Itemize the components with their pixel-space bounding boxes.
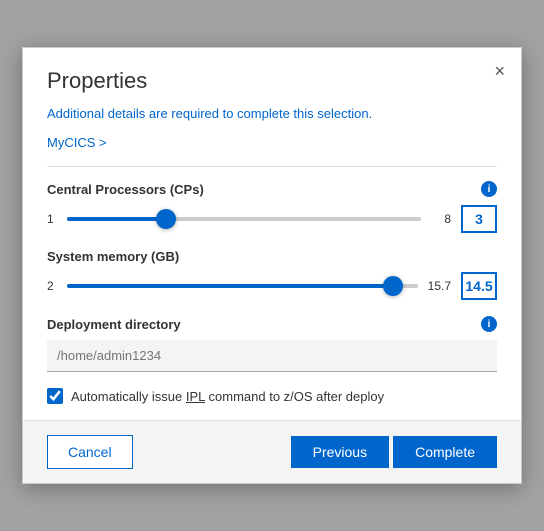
previous-button[interactable]: Previous bbox=[291, 436, 389, 468]
memory-slider-wrapper[interactable] bbox=[67, 276, 418, 296]
memory-field-label: System memory (GB) bbox=[47, 249, 497, 264]
cpu-slider-row: 1 8 3 bbox=[47, 205, 497, 233]
directory-label-text: Deployment directory bbox=[47, 317, 181, 332]
memory-label-text: System memory (GB) bbox=[47, 249, 179, 264]
memory-slider-fill bbox=[67, 284, 393, 288]
cpu-slider-min: 1 bbox=[47, 212, 57, 226]
complete-button[interactable]: Complete bbox=[393, 436, 497, 468]
close-button[interactable]: × bbox=[494, 62, 505, 80]
ipl-checkbox-label: Automatically issue IPL command to z/OS … bbox=[71, 389, 384, 404]
dialog-footer: Cancel Previous Complete bbox=[23, 420, 521, 483]
dialog-header: Properties × Additional details are requ… bbox=[23, 48, 521, 121]
directory-field-section: Deployment directory i bbox=[47, 316, 497, 372]
cpu-slider-fill bbox=[67, 217, 166, 221]
cpu-slider-value: 3 bbox=[461, 205, 497, 233]
ipl-checkbox-row: Automatically issue IPL command to z/OS … bbox=[47, 388, 497, 404]
dialog-subtitle: Additional details are required to compl… bbox=[47, 106, 497, 121]
memory-slider-thumb[interactable] bbox=[383, 276, 403, 296]
memory-slider-min: 2 bbox=[47, 279, 57, 293]
memory-slider-max: 15.7 bbox=[428, 279, 451, 293]
dialog-body: MyCICS > Central Processors (CPs) i 1 bbox=[23, 135, 521, 420]
directory-field-label: Deployment directory i bbox=[47, 316, 497, 332]
memory-slider-value: 14.5 bbox=[461, 272, 497, 300]
cpu-info-icon[interactable]: i bbox=[481, 181, 497, 197]
properties-dialog: Properties × Additional details are requ… bbox=[22, 47, 522, 484]
memory-field-section: System memory (GB) 2 15.7 14.5 bbox=[47, 249, 497, 300]
cpu-label-text: Central Processors (CPs) bbox=[47, 182, 204, 197]
memory-slider-row: 2 15.7 14.5 bbox=[47, 272, 497, 300]
cpu-slider-max: 8 bbox=[431, 212, 451, 226]
ipl-checkbox[interactable] bbox=[47, 388, 63, 404]
cpu-slider-wrapper[interactable] bbox=[67, 209, 421, 229]
memory-slider-track bbox=[67, 284, 418, 288]
cancel-button[interactable]: Cancel bbox=[47, 435, 133, 469]
dialog-title: Properties bbox=[47, 68, 497, 94]
cpu-field-label: Central Processors (CPs) i bbox=[47, 181, 497, 197]
directory-info-icon[interactable]: i bbox=[481, 316, 497, 332]
cpu-slider-thumb[interactable] bbox=[156, 209, 176, 229]
breadcrumb[interactable]: MyCICS > bbox=[47, 135, 497, 150]
divider-top bbox=[47, 166, 497, 167]
dialog-overlay: Properties × Additional details are requ… bbox=[0, 0, 544, 531]
footer-btn-group: Previous Complete bbox=[291, 436, 497, 468]
directory-input[interactable] bbox=[47, 340, 497, 372]
cpu-field-section: Central Processors (CPs) i 1 8 3 bbox=[47, 181, 497, 233]
cpu-slider-track bbox=[67, 217, 421, 221]
